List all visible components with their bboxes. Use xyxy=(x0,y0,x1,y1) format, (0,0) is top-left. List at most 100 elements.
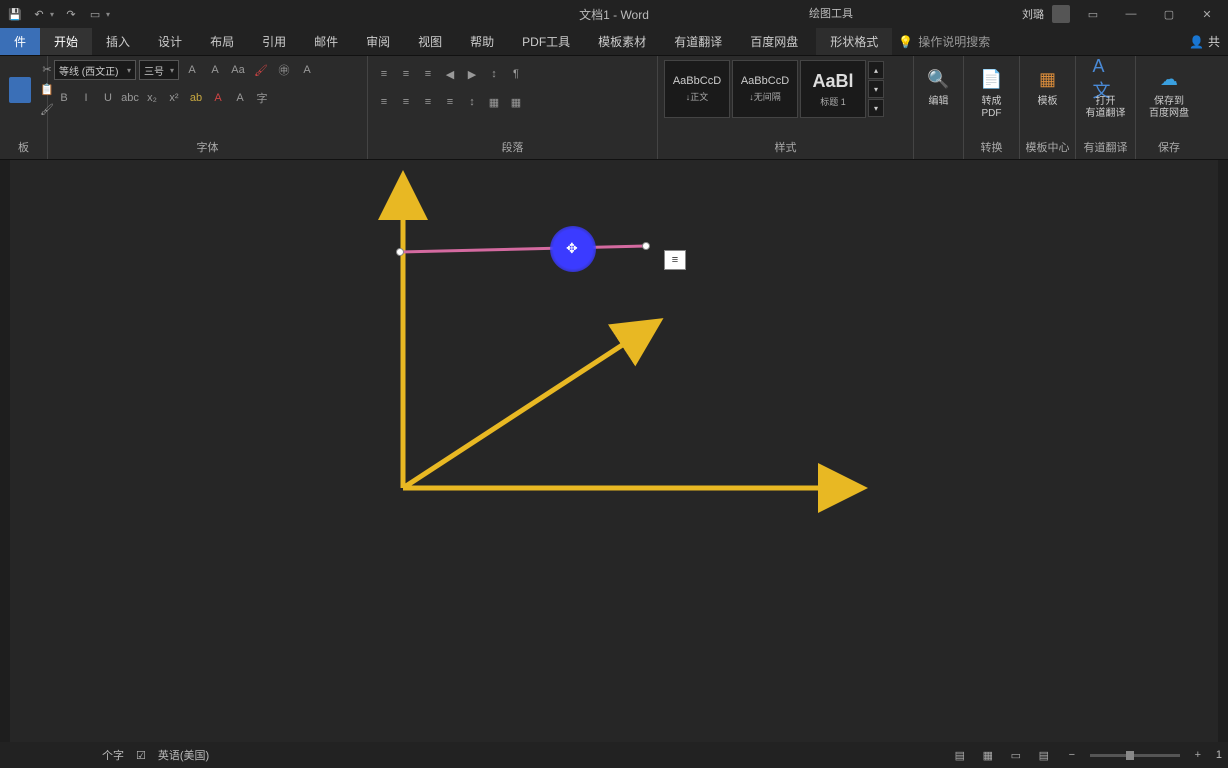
selection-handle-end[interactable] xyxy=(642,242,650,250)
minimize-icon[interactable]: — xyxy=(1116,4,1146,24)
save-icon[interactable]: 💾 xyxy=(8,7,22,21)
styles-more: ▴ ▾ ▾ xyxy=(868,60,884,118)
font-label: 字体 xyxy=(48,137,367,159)
char-border-button[interactable]: A xyxy=(297,60,317,80)
align-right-button[interactable]: ≡ xyxy=(418,92,438,112)
find-button[interactable]: 🔍 编辑 xyxy=(920,60,957,114)
tell-me-search[interactable]: 💡 操作说明搜索 xyxy=(898,28,990,55)
tab-insert[interactable]: 插入 xyxy=(92,28,144,55)
tab-templates[interactable]: 模板素材 xyxy=(584,28,660,55)
tab-mailings[interactable]: 邮件 xyxy=(300,28,352,55)
tab-baidu[interactable]: 百度网盘 xyxy=(736,28,812,55)
clear-format-button[interactable]: 🖌 xyxy=(251,60,271,80)
numbering-button[interactable]: ≡ xyxy=(396,64,416,84)
zoom-out-button[interactable]: − xyxy=(1062,746,1082,764)
undo-icon[interactable]: ↶ xyxy=(32,7,46,21)
tab-layout[interactable]: 布局 xyxy=(196,28,248,55)
undo-dropdown[interactable]: ▾ xyxy=(50,10,54,19)
tab-view[interactable]: 视图 xyxy=(404,28,456,55)
document-canvas[interactable]: ✥ ≡ xyxy=(0,160,1228,742)
tab-references[interactable]: 引用 xyxy=(248,28,300,55)
bullets-button[interactable]: ≡ xyxy=(374,64,394,84)
translate-button[interactable]: A文 打开 有道翻译 xyxy=(1082,60,1129,126)
font-color-button[interactable]: A xyxy=(208,88,228,108)
file-tab[interactable]: 件 xyxy=(0,28,40,55)
grow-font-button[interactable]: A xyxy=(182,60,202,80)
share-button[interactable]: 👤 共 xyxy=(1181,28,1228,55)
justify-button[interactable]: ≡ xyxy=(440,92,460,112)
paste-button[interactable] xyxy=(6,60,34,120)
touch-mode-icon[interactable]: ▭ xyxy=(88,7,102,21)
sort-button[interactable]: ↕ xyxy=(484,64,504,84)
style-no-spacing[interactable]: AaBbCcD↓无间隔 xyxy=(732,60,798,118)
page[interactable]: ✥ ≡ xyxy=(10,160,1218,742)
change-case-button[interactable]: Aa xyxy=(228,60,248,80)
strike-button[interactable]: abc xyxy=(120,88,140,108)
web-layout-button[interactable]: ▭ xyxy=(1006,746,1026,764)
clipboard-group: ✂ 📋 🖌 板 xyxy=(0,56,48,159)
zoom-thumb[interactable] xyxy=(1126,751,1134,760)
template-button[interactable]: ▦ 模板 xyxy=(1026,60,1069,114)
convert-group: 📄 转成 PDF 转换 xyxy=(964,56,1020,159)
line-spacing-button[interactable]: ↕ xyxy=(462,92,482,112)
tab-review[interactable]: 审阅 xyxy=(352,28,404,55)
style-normal[interactable]: AaBbCcD↓正文 xyxy=(664,60,730,118)
highlight-button[interactable]: ab xyxy=(186,88,206,108)
qat-customize-dropdown[interactable]: ▾ xyxy=(106,10,110,19)
char-shading-button[interactable]: 字 xyxy=(252,88,272,108)
ribbon-options-icon[interactable]: ▭ xyxy=(1078,4,1108,24)
save-cloud-button[interactable]: ☁ 保存到 百度网盘 xyxy=(1142,60,1196,126)
increase-indent-button[interactable]: ▶ xyxy=(462,64,482,84)
selection-handle-start[interactable] xyxy=(396,248,404,256)
subscript-button[interactable]: x₂ xyxy=(142,88,162,108)
multilevel-button[interactable]: ≡ xyxy=(418,64,438,84)
styles-expand-button[interactable]: ▾ xyxy=(868,99,884,117)
cloud-icon: ☁ xyxy=(1156,66,1182,92)
tab-shape-format[interactable]: 形状格式 xyxy=(816,28,892,55)
word-count[interactable]: 个字 xyxy=(102,747,124,763)
pdf-icon: 📄 xyxy=(979,66,1005,92)
styles-up-button[interactable]: ▴ xyxy=(868,61,884,79)
zoom-in-button[interactable]: + xyxy=(1188,746,1208,764)
redo-icon[interactable]: ↷ xyxy=(64,7,78,21)
show-marks-button[interactable]: ¶ xyxy=(506,64,526,84)
selected-line-shape[interactable] xyxy=(400,246,646,252)
spellcheck-icon[interactable]: ☑ xyxy=(136,749,146,762)
maximize-icon[interactable]: ▢ xyxy=(1154,4,1184,24)
diagonal-arrow[interactable] xyxy=(403,340,630,488)
status-bar: 个字 ☑ 英语(美国) ▤ ▦ ▭ ▤ − + 1 xyxy=(0,742,1228,768)
bold-button[interactable]: B xyxy=(54,88,74,108)
tab-pdf[interactable]: PDF工具 xyxy=(508,28,584,55)
language-status[interactable]: 英语(美国) xyxy=(158,747,209,763)
read-mode-button[interactable]: ▤ xyxy=(950,746,970,764)
align-left-button[interactable]: ≡ xyxy=(374,92,394,112)
phonetic-button[interactable]: ㊥ xyxy=(274,60,294,80)
zoom-percent[interactable]: 1 xyxy=(1216,749,1222,761)
close-icon[interactable]: ✕ xyxy=(1192,4,1222,24)
shading-button[interactable]: ▦ xyxy=(484,92,504,112)
italic-button[interactable]: I xyxy=(76,88,96,108)
tab-translate[interactable]: 有道翻译 xyxy=(660,28,736,55)
enclose-char-button[interactable]: A xyxy=(230,88,250,108)
tab-design[interactable]: 设计 xyxy=(144,28,196,55)
decrease-indent-button[interactable]: ◀ xyxy=(440,64,460,84)
style-heading1[interactable]: AaBl标题 1 xyxy=(800,60,866,118)
print-layout-button[interactable]: ▦ xyxy=(978,746,998,764)
align-center-button[interactable]: ≡ xyxy=(396,92,416,112)
layout-options-button[interactable]: ≡ xyxy=(664,250,686,270)
template-group: ▦ 模板 模板中心 xyxy=(1020,56,1076,159)
styles-down-button[interactable]: ▾ xyxy=(868,80,884,98)
shrink-font-button[interactable]: A xyxy=(205,60,225,80)
font-size-combo[interactable]: 三号▾ xyxy=(139,60,179,80)
outline-button[interactable]: ▤ xyxy=(1034,746,1054,764)
borders-button[interactable]: ▦ xyxy=(506,92,526,112)
zoom-slider[interactable] xyxy=(1090,754,1180,757)
tab-home[interactable]: 开始 xyxy=(40,28,92,55)
underline-button[interactable]: U xyxy=(98,88,118,108)
translate-group-label: 有道翻译 xyxy=(1076,137,1135,159)
font-name-combo[interactable]: 等线 (西文正)▾ xyxy=(54,60,136,80)
convert-pdf-button[interactable]: 📄 转成 PDF xyxy=(970,60,1013,126)
user-avatar[interactable] xyxy=(1052,5,1070,23)
superscript-button[interactable]: x² xyxy=(164,88,184,108)
tab-help[interactable]: 帮助 xyxy=(456,28,508,55)
